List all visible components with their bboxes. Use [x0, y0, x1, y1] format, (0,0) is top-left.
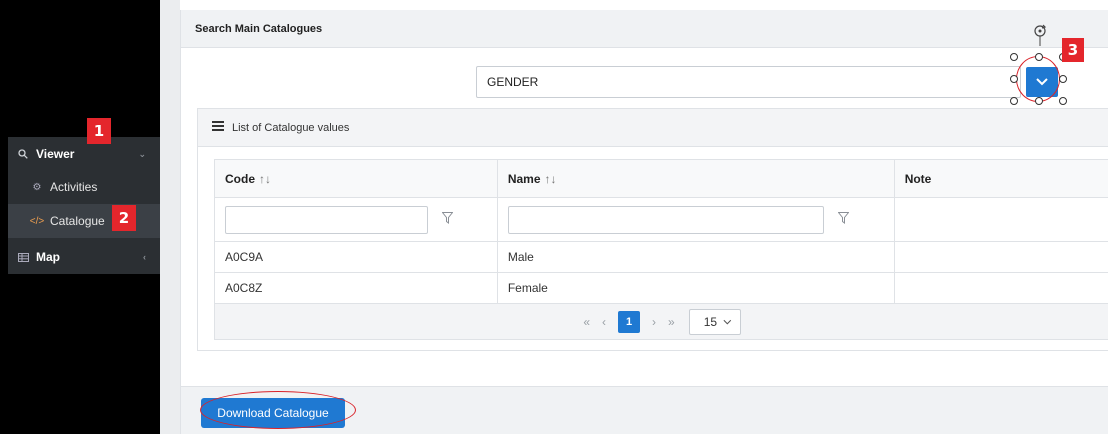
sidebar-item-label: Viewer	[36, 147, 75, 161]
annotation-circle	[1016, 56, 1060, 102]
cell-code: A0C9A	[214, 241, 498, 273]
sidebar-item-label: Catalogue	[50, 214, 105, 228]
annotation-badge-2: 2	[112, 205, 136, 231]
annotation-badge-1: 1	[87, 118, 111, 144]
chevron-left-icon: ‹	[143, 252, 146, 262]
catalogue-select[interactable]: GENDER	[476, 66, 1021, 98]
sidebar-item-label: Map	[36, 250, 60, 264]
name-filter-input[interactable]	[507, 205, 824, 234]
window-edge	[0, 0, 8, 434]
cell-note	[893, 241, 1108, 273]
cell-name: Female	[496, 272, 895, 304]
selection-handle	[1059, 75, 1067, 83]
selection-handle	[1010, 53, 1018, 61]
sidebar-item-catalogue[interactable]: </> Catalogue	[8, 204, 160, 238]
next-page-button[interactable]: ›	[652, 315, 656, 329]
first-page-button[interactable]: «	[583, 315, 590, 329]
sidebar-item-viewer[interactable]: Viewer ⌄	[8, 137, 160, 171]
rotate-handle-icon	[1034, 24, 1047, 46]
prev-page-button[interactable]: ‹	[602, 315, 606, 329]
chevron-down-icon	[723, 319, 732, 324]
cell-note	[893, 272, 1108, 304]
column-header-note: Note	[893, 159, 1108, 198]
panel-title: Search Main Catalogues	[181, 10, 1108, 48]
chevron-down-icon: ⌄	[138, 148, 146, 159]
page-button-1[interactable]: 1	[618, 310, 640, 333]
table-row[interactable]: A0C8Z Female	[214, 272, 1108, 304]
catalogue-select-value: GENDER	[487, 75, 539, 89]
list-title: List of Catalogue values	[232, 121, 350, 134]
pager-row: « ‹ 1 › » 15	[214, 303, 1108, 340]
sort-icon[interactable]: ↑↓	[545, 172, 557, 186]
filter-icon[interactable]	[837, 212, 850, 227]
sidebar-item-label: Activities	[50, 180, 98, 194]
search-catalogues-panel: Search Main Catalogues GENDER List of Ca…	[180, 10, 1108, 434]
search-icon	[16, 149, 30, 159]
cell-code: A0C8Z	[214, 272, 498, 304]
annotation-circle	[200, 391, 356, 429]
sort-icon[interactable]: ↑↓	[259, 172, 271, 186]
list-header: List of Catalogue values	[198, 109, 1108, 147]
code-filter-input[interactable]	[225, 205, 428, 234]
sidebar-item-map[interactable]: Map ‹	[8, 240, 160, 274]
selection-handle	[1010, 97, 1018, 105]
table-icon	[16, 252, 30, 262]
selection-handle	[1059, 97, 1067, 105]
list-icon	[212, 121, 224, 134]
catalogue-values-card: List of Catalogue values Code ↑↓ Name ↑↓ N…	[197, 108, 1108, 351]
sidebar: Viewer ⌄ ⚙ Activities </> Catalogue Map …	[8, 0, 160, 434]
cell-name: Male	[496, 241, 895, 273]
sidebar-item-activities[interactable]: ⚙ Activities	[8, 170, 160, 204]
main-gutter	[160, 0, 180, 434]
filter-icon[interactable]	[441, 212, 454, 227]
page-size-select[interactable]: 15	[688, 308, 741, 335]
table-header-row: Code ↑↓ Name ↑↓ Note	[214, 159, 1108, 198]
gears-icon: ⚙	[32, 181, 42, 193]
table-row[interactable]: A0C9A Male	[214, 241, 1108, 273]
selection-handle	[1035, 97, 1043, 105]
selection-handle	[1035, 53, 1043, 61]
annotation-badge-3: 3	[1062, 38, 1084, 62]
last-page-button[interactable]: »	[668, 315, 675, 329]
selection-handle	[1010, 75, 1018, 83]
column-header-code[interactable]: Code ↑↓	[214, 159, 498, 198]
filter-row	[214, 197, 1108, 242]
catalogue-table: Code ↑↓ Name ↑↓ Note A0C9A Male A0C8Z Fe…	[214, 159, 1108, 340]
paginator: « ‹ 1 › » 15	[225, 308, 1099, 335]
column-header-name[interactable]: Name ↑↓	[496, 159, 895, 198]
code-icon: </>	[29, 215, 45, 227]
